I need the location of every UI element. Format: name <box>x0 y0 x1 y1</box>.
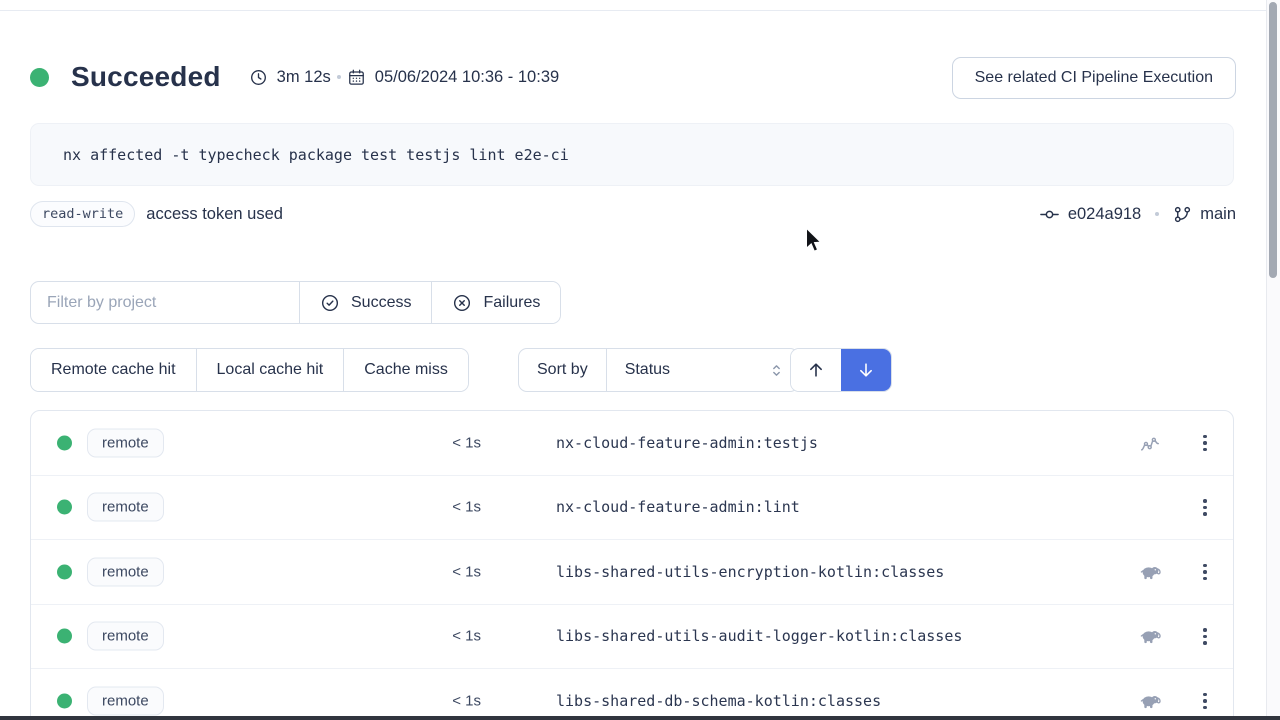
gradle-elephant-icon <box>1139 561 1161 583</box>
task-name[interactable]: libs-shared-utils-encryption-kotlin:clas… <box>556 563 944 581</box>
gradle-elephant-icon <box>1139 625 1161 647</box>
success-filter-label: Success <box>351 294 411 312</box>
kebab-menu-icon[interactable] <box>1194 430 1216 456</box>
nx-cloud-run-page: Succeeded 3m 12s 05/06/2024 10:36 - 10:3… <box>0 0 1280 720</box>
task-duration: < 1s <box>201 563 481 580</box>
sort-direction-group <box>790 348 892 392</box>
sort-group: Sort by Status <box>518 348 799 392</box>
sort-by-label: Sort by <box>519 349 606 391</box>
run-duration: 3m 12s <box>249 68 331 87</box>
project-filter-group: Success Failures <box>30 281 561 324</box>
task-duration: < 1s <box>201 628 481 645</box>
status-success-dot <box>30 68 49 87</box>
task-status-dot <box>57 693 72 708</box>
scrollbar-thumb[interactable] <box>1269 2 1277 278</box>
kebab-menu-icon[interactable] <box>1194 688 1216 714</box>
header-divider <box>0 10 1266 11</box>
cache-source-badge: remote <box>87 686 164 715</box>
flaky-chart-icon <box>1139 432 1161 454</box>
mouse-cursor <box>800 226 822 256</box>
git-branch-icon <box>1173 205 1192 224</box>
vcs-info: e024a918 main <box>1039 204 1236 225</box>
see-related-ci-pipeline-button[interactable]: See related CI Pipeline Execution <box>952 57 1236 99</box>
viewport-bottom-edge <box>0 716 1280 720</box>
x-circle-icon <box>452 293 472 313</box>
task-row[interactable]: remote < 1s libs-shared-utils-encryption… <box>31 539 1233 604</box>
kebab-menu-icon[interactable] <box>1194 494 1216 520</box>
calendar-icon <box>347 68 366 87</box>
task-list: remote < 1s nx-cloud-feature-admin:testj… <box>30 410 1234 720</box>
failures-filter-toggle[interactable]: Failures <box>431 282 560 323</box>
task-status-dot <box>57 629 72 644</box>
commit-icon <box>1039 204 1060 225</box>
filter-by-project-input[interactable] <box>31 282 299 323</box>
separator-dot <box>337 75 341 79</box>
cache-source-badge: remote <box>87 428 164 457</box>
run-status-title: Succeeded <box>71 61 221 93</box>
arrow-up-icon <box>806 360 826 380</box>
run-duration-text: 3m 12s <box>277 68 331 87</box>
arrow-down-icon <box>856 360 876 380</box>
sort-ascending-button[interactable] <box>791 349 841 391</box>
token-vcs-row: read-write access token used e024a918 ma… <box>30 198 1236 230</box>
failures-filter-label: Failures <box>483 294 540 312</box>
task-name[interactable]: nx-cloud-feature-admin:lint <box>556 498 800 516</box>
task-name[interactable]: nx-cloud-feature-admin:testjs <box>556 434 818 452</box>
gradle-elephant-icon <box>1139 690 1161 712</box>
sort-field-select[interactable]: Status <box>606 349 798 391</box>
cache-miss-tab[interactable]: Cache miss <box>343 349 468 391</box>
local-cache-hit-tab[interactable]: Local cache hit <box>196 349 344 391</box>
cache-source-badge: remote <box>87 622 164 651</box>
sort-descending-button[interactable] <box>841 349 891 391</box>
task-row[interactable]: remote < 1s libs-shared-utils-audit-logg… <box>31 604 1233 669</box>
branch-name[interactable]: main <box>1200 205 1236 224</box>
sort-field-value: Status <box>625 361 670 379</box>
task-row[interactable]: remote < 1s libs-shared-db-schema-kotlin… <box>31 668 1233 720</box>
token-scope-badge: read-write <box>30 201 135 227</box>
task-row[interactable]: remote < 1s nx-cloud-feature-admin:testj… <box>31 411 1233 475</box>
token-usage-text: access token used <box>146 205 283 224</box>
kebab-menu-icon[interactable] <box>1194 623 1216 649</box>
task-duration: < 1s <box>201 434 481 451</box>
task-duration: < 1s <box>201 692 481 709</box>
run-command-box: nx affected -t typecheck package test te… <box>30 123 1234 186</box>
run-date: 05/06/2024 10:36 - 10:39 <box>347 68 559 87</box>
task-status-dot <box>57 500 72 515</box>
separator-dot <box>1155 212 1159 216</box>
no-icon <box>1139 496 1161 518</box>
run-command-text: nx affected -t typecheck package test te… <box>63 146 569 164</box>
cache-filter-group: Remote cache hit Local cache hit Cache m… <box>30 348 469 392</box>
page-scrollbar[interactable] <box>1266 0 1280 720</box>
task-name[interactable]: libs-shared-utils-audit-logger-kotlin:cl… <box>556 627 962 645</box>
remote-cache-hit-tab[interactable]: Remote cache hit <box>31 349 196 391</box>
run-status-header: Succeeded 3m 12s 05/06/2024 10:36 - 10:3… <box>30 55 559 99</box>
task-duration: < 1s <box>201 499 481 516</box>
task-name[interactable]: libs-shared-db-schema-kotlin:classes <box>556 692 881 710</box>
cache-source-badge: remote <box>87 493 164 522</box>
clock-icon <box>249 68 268 87</box>
cache-source-badge: remote <box>87 557 164 586</box>
check-circle-icon <box>320 293 340 313</box>
task-status-dot <box>57 435 72 450</box>
run-date-text: 05/06/2024 10:36 - 10:39 <box>375 68 559 87</box>
success-filter-toggle[interactable]: Success <box>299 282 431 323</box>
task-row[interactable]: remote < 1s nx-cloud-feature-admin:lint <box>31 475 1233 540</box>
chevron-up-down-icon <box>768 362 785 379</box>
task-status-dot <box>57 564 72 579</box>
commit-hash[interactable]: e024a918 <box>1068 205 1141 224</box>
kebab-menu-icon[interactable] <box>1194 559 1216 585</box>
access-token-info: read-write access token used <box>30 201 283 227</box>
